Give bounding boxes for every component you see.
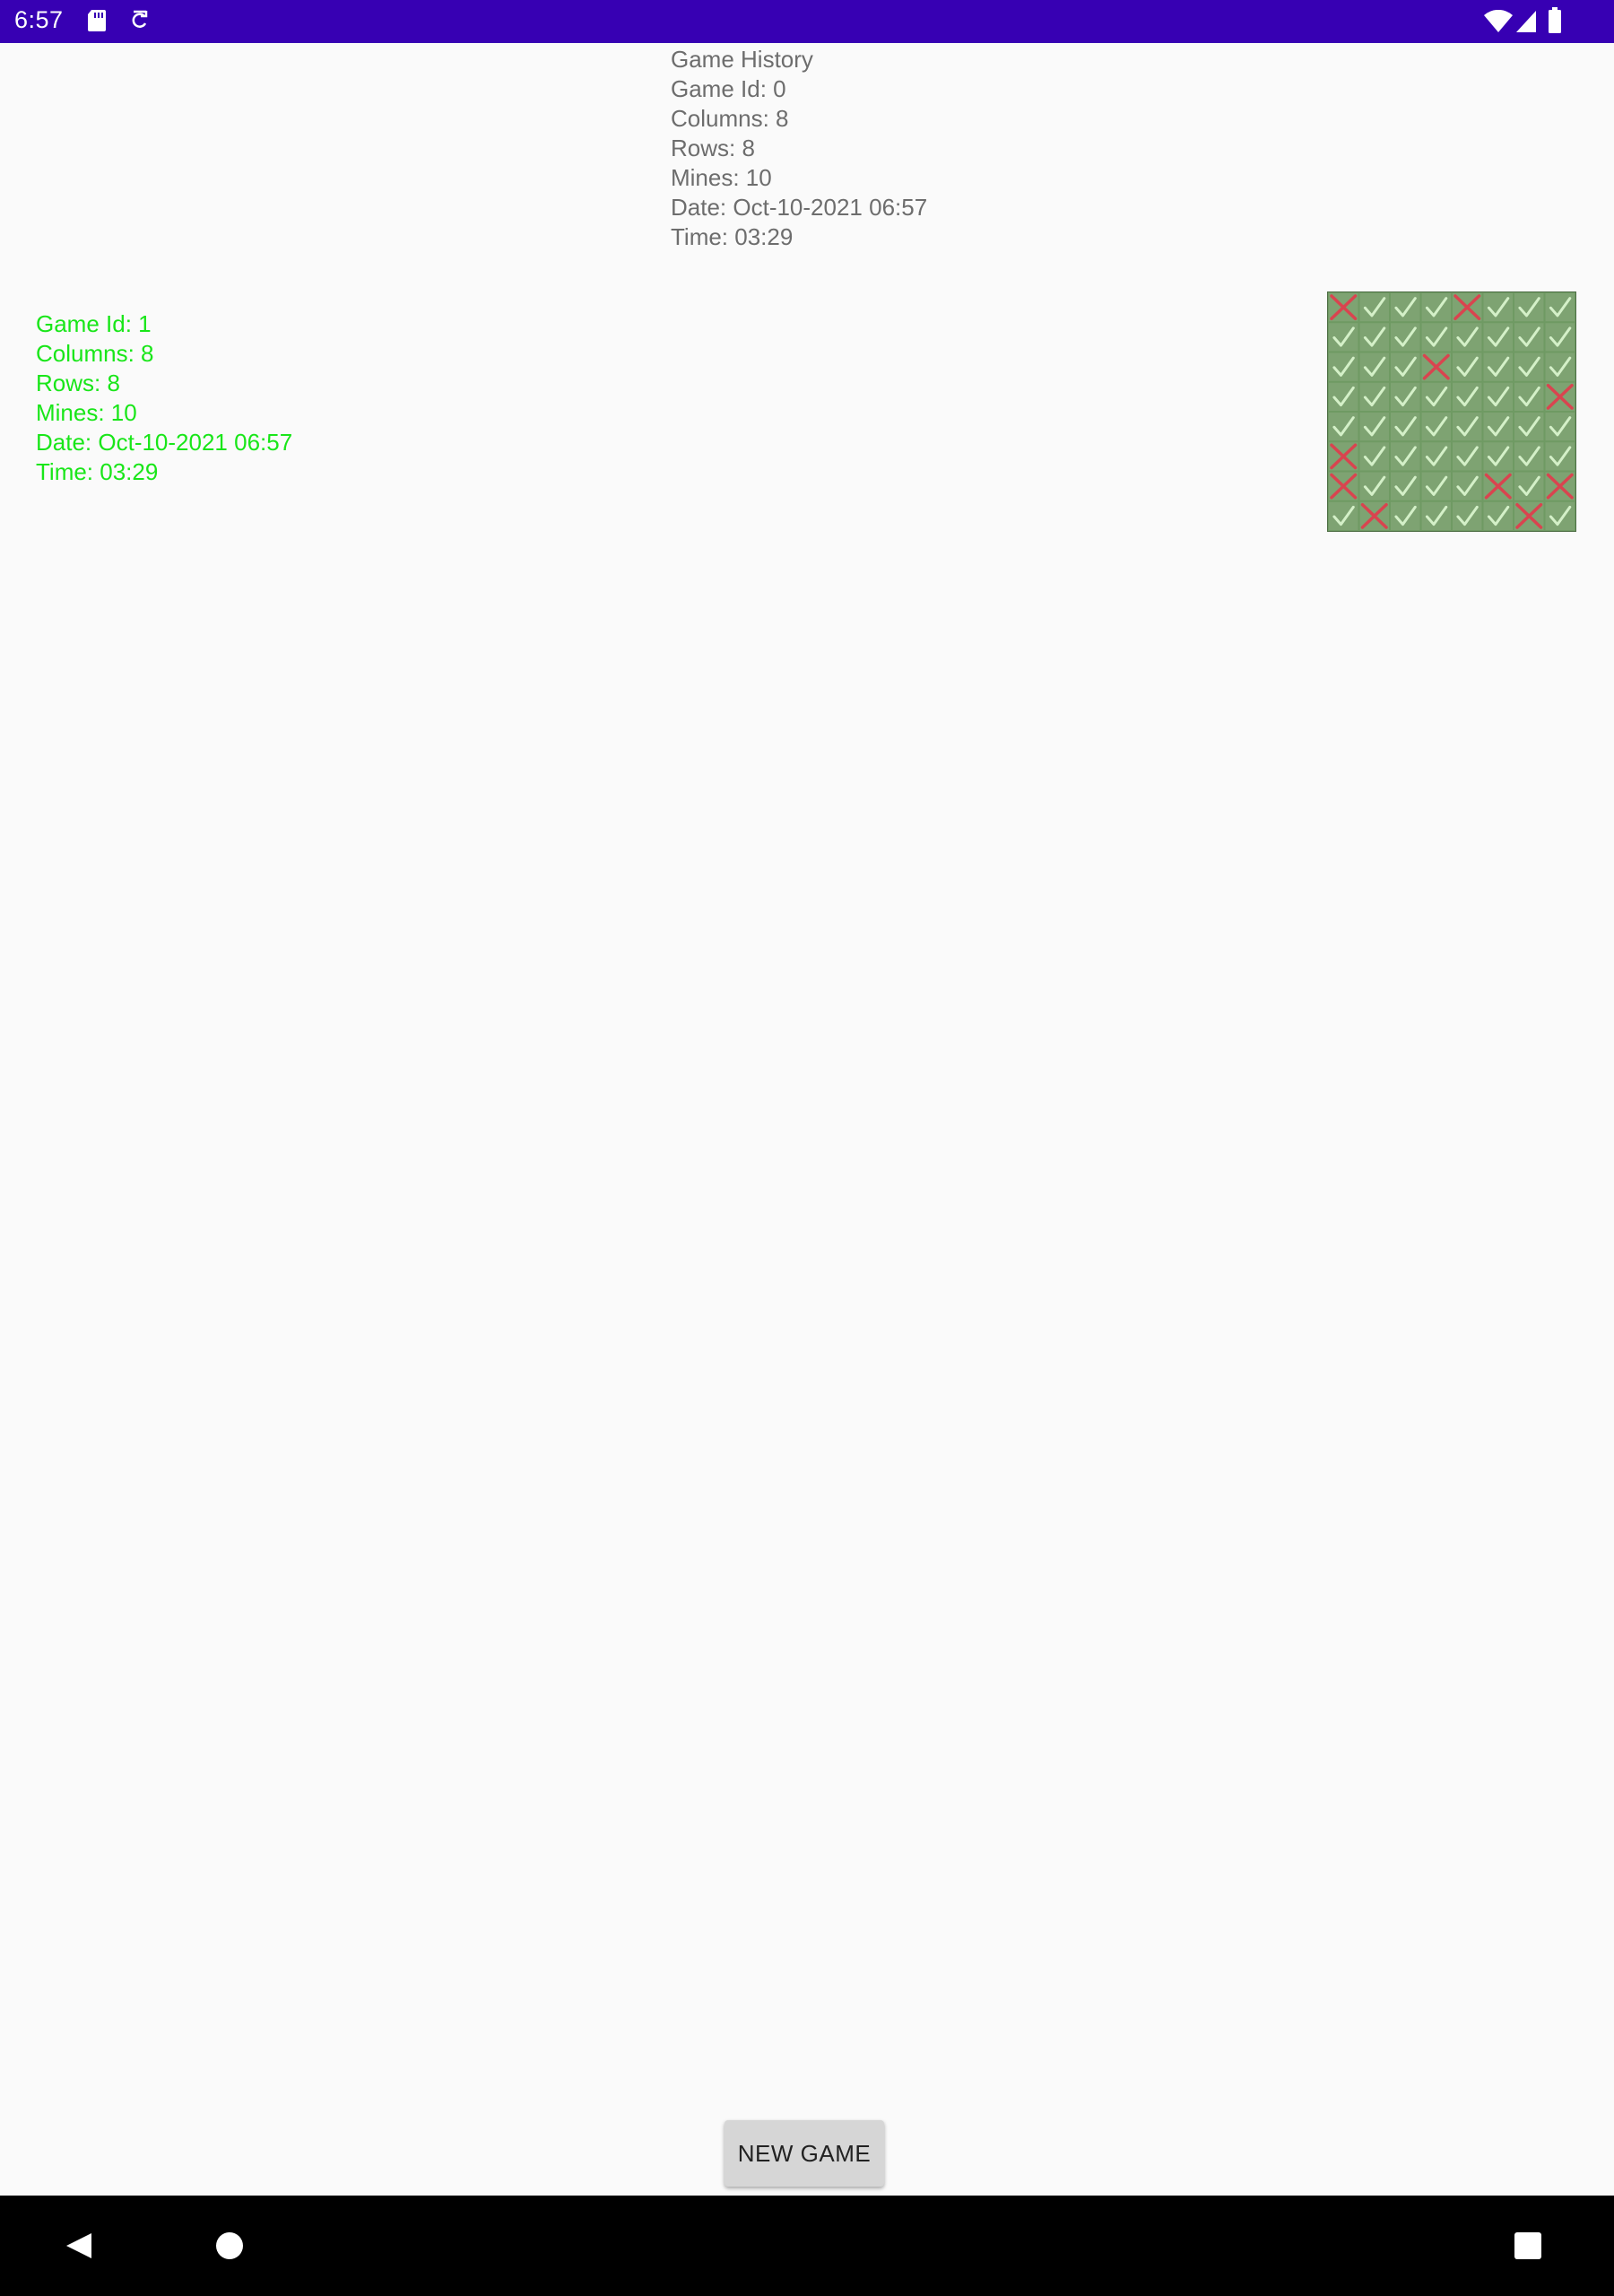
- mine-cross-icon: [1359, 501, 1389, 530]
- history-title: Game History: [671, 46, 813, 73]
- check-icon: [1421, 413, 1451, 441]
- history-columns: Columns: 8: [671, 105, 789, 132]
- record-time: Time: 03:29: [36, 458, 159, 485]
- check-icon: [1514, 472, 1544, 500]
- check-icon: [1514, 382, 1544, 411]
- check-icon: [1391, 323, 1420, 352]
- mine-cross-icon: [1514, 501, 1544, 530]
- history-header: Game History Game Id: 0 Columns: 8 Rows:…: [671, 45, 927, 252]
- status-bar: 6:57: [0, 0, 1614, 43]
- mine-cross-icon: [1545, 472, 1575, 500]
- check-icon: [1359, 352, 1389, 381]
- check-icon: [1359, 293, 1389, 322]
- mine-cross-icon: [1483, 472, 1513, 500]
- check-icon: [1359, 323, 1389, 352]
- check-icon: [1391, 413, 1420, 441]
- check-icon: [1545, 501, 1575, 530]
- check-icon: [1421, 442, 1451, 471]
- history-rows: Rows: 8: [671, 135, 755, 161]
- check-icon: [1391, 472, 1420, 500]
- record-game-id: Game Id: 1: [36, 310, 152, 337]
- board-thumbnail[interactable]: [1327, 291, 1576, 532]
- record-columns: Columns: 8: [36, 340, 154, 367]
- check-icon: [1359, 413, 1389, 441]
- check-icon: [1545, 293, 1575, 322]
- mine-cross-icon: [1329, 293, 1358, 322]
- check-icon: [1421, 472, 1451, 500]
- check-icon: [1329, 501, 1358, 530]
- check-icon: [1329, 352, 1358, 381]
- recents-icon[interactable]: [1501, 2221, 1555, 2275]
- check-icon: [1391, 382, 1420, 411]
- back-icon[interactable]: [54, 2221, 108, 2275]
- check-icon: [1329, 413, 1358, 441]
- check-icon: [1545, 323, 1575, 352]
- record-date: Date: Oct-10-2021 06:57: [36, 429, 293, 456]
- check-icon: [1359, 442, 1389, 471]
- cell-signal-icon: [1515, 10, 1537, 38]
- mine-cross-icon: [1453, 293, 1482, 322]
- check-icon: [1391, 501, 1420, 530]
- check-icon: [1545, 442, 1575, 471]
- check-icon: [1514, 323, 1544, 352]
- check-icon: [1359, 382, 1389, 411]
- check-icon: [1391, 352, 1420, 381]
- check-icon: [1483, 413, 1513, 441]
- mine-cross-icon: [1421, 352, 1451, 381]
- status-time: 6:57: [14, 6, 64, 33]
- record-mines: Mines: 10: [36, 399, 137, 426]
- wifi-icon: [1483, 9, 1514, 38]
- game-record[interactable]: Game Id: 1 Columns: 8 Rows: 8 Mines: 10 …: [36, 309, 292, 487]
- check-icon: [1514, 413, 1544, 441]
- sync-icon: [129, 8, 151, 38]
- sd-card-icon: [86, 8, 108, 38]
- check-icon: [1453, 352, 1482, 381]
- new-game-button[interactable]: NEW GAME: [725, 2120, 884, 2187]
- mine-cross-icon: [1329, 472, 1358, 500]
- check-icon: [1483, 382, 1513, 411]
- check-icon: [1483, 442, 1513, 471]
- check-icon: [1421, 501, 1451, 530]
- history-date: Date: Oct-10-2021 06:57: [671, 194, 928, 221]
- check-icon: [1483, 501, 1513, 530]
- check-icon: [1545, 413, 1575, 441]
- check-icon: [1453, 323, 1482, 352]
- board-grid: [1328, 292, 1575, 531]
- history-game-id: Game Id: 0: [671, 75, 786, 102]
- check-icon: [1421, 382, 1451, 411]
- home-icon[interactable]: [203, 2221, 256, 2275]
- check-icon: [1391, 293, 1420, 322]
- check-icon: [1391, 442, 1420, 471]
- check-icon: [1483, 352, 1513, 381]
- history-mines: Mines: 10: [671, 164, 772, 191]
- check-icon: [1453, 413, 1482, 441]
- check-icon: [1329, 382, 1358, 411]
- mine-cross-icon: [1545, 382, 1575, 411]
- navigation-bar: [0, 2196, 1614, 2296]
- check-icon: [1483, 293, 1513, 322]
- check-icon: [1421, 323, 1451, 352]
- check-icon: [1453, 501, 1482, 530]
- history-time: Time: 03:29: [671, 223, 794, 250]
- check-icon: [1514, 293, 1544, 322]
- check-icon: [1453, 442, 1482, 471]
- check-icon: [1514, 352, 1544, 381]
- record-rows: Rows: 8: [36, 370, 120, 396]
- check-icon: [1545, 352, 1575, 381]
- battery-icon: [1548, 7, 1562, 39]
- check-icon: [1359, 472, 1389, 500]
- check-icon: [1514, 442, 1544, 471]
- check-icon: [1421, 293, 1451, 322]
- check-icon: [1453, 472, 1482, 500]
- check-icon: [1329, 323, 1358, 352]
- check-icon: [1453, 382, 1482, 411]
- mine-cross-icon: [1329, 442, 1358, 471]
- check-icon: [1483, 323, 1513, 352]
